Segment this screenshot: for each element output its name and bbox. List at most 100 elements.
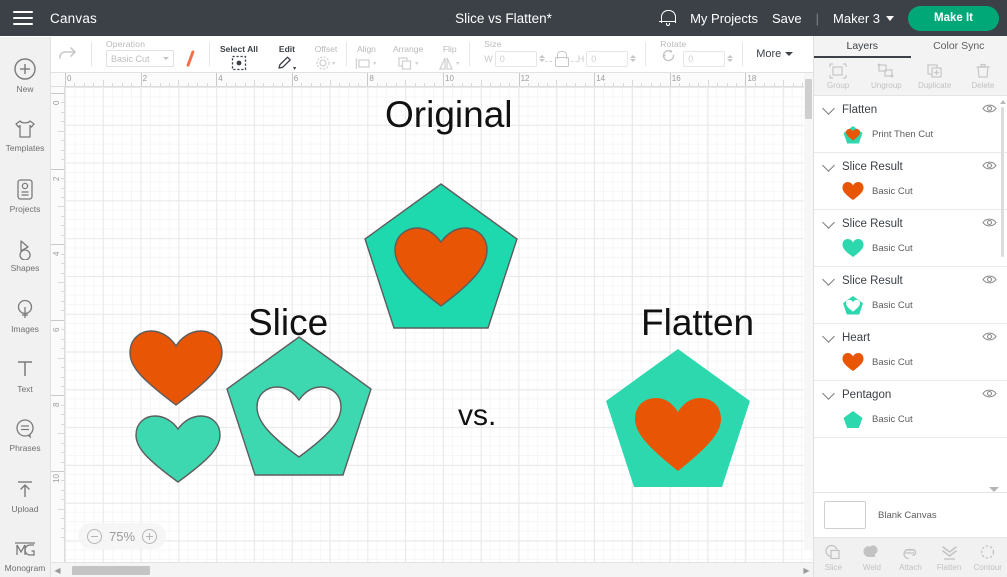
canvas-label-original[interactable]: Original <box>385 93 513 137</box>
sidebar-item-shapes[interactable]: Shapes <box>0 225 50 285</box>
layers-list[interactable]: Flatten Print Then Cut Slice Result Basi… <box>814 96 1007 485</box>
layer-child[interactable]: Basic Cut <box>814 235 1007 261</box>
redo-button[interactable] <box>56 41 82 67</box>
canvas-label-slice[interactable]: Slice <box>248 301 328 345</box>
height-spinner[interactable] <box>630 55 637 62</box>
attach-button[interactable]: Attach <box>891 538 930 577</box>
flatten-button[interactable]: Flatten <box>930 538 969 577</box>
align-button[interactable]: Align <box>347 36 386 73</box>
layer-row[interactable]: Pentagon Basic Cut <box>814 381 1007 438</box>
layers-scrollbar[interactable] <box>999 100 1006 280</box>
flip-button[interactable]: Flip <box>430 36 469 73</box>
rotate-spinner[interactable] <box>727 55 734 62</box>
zoom-in-icon[interactable] <box>142 528 158 544</box>
layers-scroll-thumb[interactable] <box>1001 107 1004 257</box>
operation-select[interactable]: Basic Cut <box>106 50 174 67</box>
slice-button[interactable]: Slice <box>814 538 853 577</box>
delete-button[interactable]: Delete <box>959 58 1007 95</box>
tab-layers[interactable]: Layers <box>814 36 911 58</box>
offset-button[interactable]: Offset <box>306 36 346 73</box>
artwork-slice-heart-teal[interactable] <box>132 413 224 485</box>
layer-row[interactable]: Slice Result Basic Cut <box>814 267 1007 324</box>
edit-button[interactable]: Edit <box>268 36 306 73</box>
layer-row[interactable]: Slice Result Basic Cut <box>814 210 1007 267</box>
canvas-label-flatten[interactable]: Flatten <box>641 301 754 345</box>
machine-selector[interactable]: Maker 3 <box>833 11 894 26</box>
rotate-input[interactable]: 0 <box>683 50 726 67</box>
ruler-h-major-tick <box>443 73 444 86</box>
rotate-stepper[interactable]: 0 <box>660 49 734 69</box>
canvas-vertical-scrollbar[interactable] <box>804 73 813 549</box>
more-button[interactable]: More <box>756 48 794 60</box>
vertical-scroll-thumb[interactable] <box>805 79 812 119</box>
canvas-row-caret[interactable] <box>814 485 1007 492</box>
my-projects-link[interactable]: My Projects <box>690 11 758 26</box>
sidebar-item-text[interactable]: Text <box>0 345 50 405</box>
zoom-control[interactable]: 75% <box>78 523 167 549</box>
eye-icon[interactable] <box>982 215 997 233</box>
hamburger-menu-icon[interactable] <box>0 0 46 36</box>
chevron-down-icon[interactable] <box>822 387 835 400</box>
eye-icon[interactable] <box>982 329 997 347</box>
arrange-button[interactable]: Arrange <box>386 36 430 73</box>
canvas-background-row[interactable]: Blank Canvas <box>814 492 1007 537</box>
artwork-slice-heart-orange[interactable] <box>126 328 226 408</box>
layer-child[interactable]: Basic Cut <box>814 178 1007 204</box>
sidebar-item-projects[interactable]: Projects <box>0 165 50 225</box>
horizontal-scroll-track[interactable] <box>64 563 800 577</box>
scroll-left-icon[interactable]: ◀ <box>51 566 64 575</box>
line-type-swatch[interactable] <box>180 50 200 67</box>
sidebar-item-new[interactable]: New <box>0 45 50 105</box>
select-all-button[interactable]: Select All <box>210 36 268 73</box>
layer-child[interactable]: Basic Cut <box>814 292 1007 318</box>
layer-child[interactable]: Print Then Cut <box>814 121 1007 147</box>
eye-icon[interactable] <box>982 101 997 119</box>
eye-icon[interactable] <box>982 386 997 404</box>
notification-bell-icon[interactable] <box>659 9 677 28</box>
heart-shape[interactable] <box>129 330 223 406</box>
sidebar-item-templates[interactable]: Templates <box>0 105 50 165</box>
group-button[interactable]: Group <box>814 58 862 95</box>
pentagon-with-heart-hole-shape[interactable] <box>226 336 372 476</box>
ungroup-button[interactable]: Ungroup <box>862 58 910 95</box>
save-button[interactable]: Save <box>772 11 802 26</box>
height-input[interactable]: 0 <box>586 50 629 67</box>
chevron-down-icon[interactable] <box>822 102 835 115</box>
width-input[interactable]: 0 <box>494 50 537 67</box>
chevron-down-icon[interactable] <box>822 273 835 286</box>
canvas-label-vs[interactable]: vs. <box>458 398 496 434</box>
duplicate-button[interactable]: Duplicate <box>911 58 959 95</box>
scroll-up-icon[interactable] <box>999 100 1006 104</box>
artwork-flatten-group[interactable] <box>602 343 754 495</box>
canvas-color-swatch[interactable] <box>824 501 866 529</box>
horizontal-scroll-thumb[interactable] <box>72 565 150 575</box>
chevron-down-icon[interactable] <box>822 159 835 172</box>
artwork-original-group[interactable] <box>361 178 521 333</box>
make-it-button[interactable]: Make It <box>908 5 999 31</box>
heart-shape[interactable] <box>135 415 221 483</box>
sidebar-item-upload[interactable]: Upload <box>0 465 50 525</box>
sidebar-item-images[interactable]: Images <box>0 285 50 345</box>
canvas-horizontal-scrollbar[interactable]: ◀ ▶ <box>51 562 813 577</box>
contour-button[interactable]: Contour <box>968 538 1007 577</box>
lock-aspect-icon[interactable] <box>555 51 570 67</box>
chevron-down-icon[interactable] <box>822 330 835 343</box>
layer-child[interactable]: Basic Cut <box>814 349 1007 375</box>
design-canvas[interactable]: Original Slice Flatten vs. <box>51 73 813 577</box>
weld-button[interactable]: Weld <box>853 538 892 577</box>
layer-row[interactable]: Slice Result Basic Cut <box>814 153 1007 210</box>
scroll-right-icon[interactable]: ▶ <box>800 566 813 575</box>
sidebar-item-monogram[interactable]: Monogram <box>0 525 50 577</box>
layer-child[interactable]: Basic Cut <box>814 406 1007 432</box>
sidebar-item-phrases[interactable]: Phrases <box>0 405 50 465</box>
size-height-stepper[interactable]: H 0 <box>578 50 637 67</box>
tab-color-sync[interactable]: Color Sync <box>911 36 1007 58</box>
size-width-stepper[interactable]: W 0 <box>484 50 545 67</box>
eye-icon[interactable] <box>982 158 997 176</box>
zoom-out-icon[interactable] <box>87 528 102 544</box>
chevron-down-icon[interactable] <box>822 216 835 229</box>
layer-row[interactable]: Heart Basic Cut <box>814 324 1007 381</box>
layer-row[interactable]: Flatten Print Then Cut <box>814 96 1007 153</box>
eye-icon[interactable] <box>982 272 997 290</box>
artwork-slice-pentagon-hole[interactable] <box>223 331 375 483</box>
